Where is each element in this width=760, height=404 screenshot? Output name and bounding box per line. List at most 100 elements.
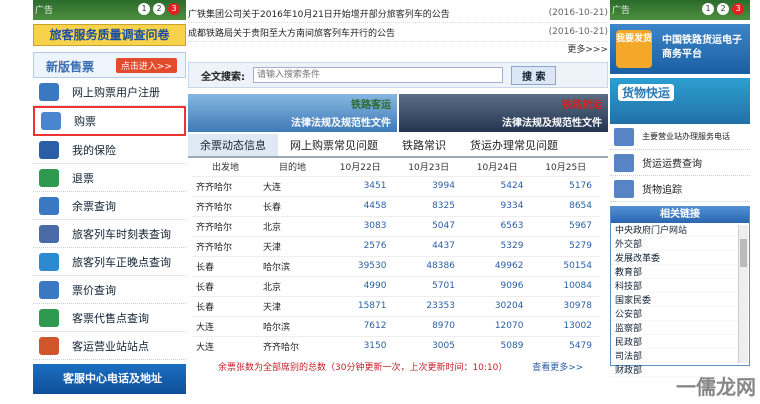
related-link[interactable]: 公安部 <box>611 307 749 321</box>
ad-page-1[interactable]: 1 <box>138 3 150 15</box>
ad-page-3[interactable]: 3 <box>168 3 180 15</box>
ticket-count-cell[interactable]: 15871 <box>326 295 395 316</box>
ticket-count-cell[interactable]: 4458 <box>326 195 395 216</box>
right-menu-item[interactable]: 货运运费查询 <box>610 150 750 176</box>
survey-banner[interactable]: 旅客服务质量调查问卷 <box>33 24 186 46</box>
ticket-count-cell[interactable]: 3083 <box>326 215 395 236</box>
service-center-banner[interactable]: 客服中心电话及地址 <box>33 364 186 394</box>
ticket-count-cell[interactable]: 39530 <box>326 255 395 276</box>
ship-goods-button[interactable]: 我要发货 <box>616 30 652 68</box>
related-link[interactable]: 国家民委 <box>611 293 749 307</box>
ticket-count-cell[interactable]: 8970 <box>394 315 463 336</box>
related-link[interactable]: 民政部 <box>611 335 749 349</box>
ticket-count-cell[interactable]: 8325 <box>394 195 463 216</box>
related-link[interactable]: 监察部 <box>611 321 749 335</box>
ticket-count-cell[interactable]: 30204 <box>462 295 532 316</box>
ticket-count-cell[interactable]: 10084 <box>531 275 600 296</box>
ticket-count-cell[interactable]: 7612 <box>326 315 395 336</box>
news-title[interactable]: 广铁集团公司关于2016年10月21日开始增开部分旅客列车的公告 <box>188 7 450 20</box>
ticket-count-cell[interactable]: 4437 <box>394 235 463 256</box>
sidebar-item-6[interactable]: 旅客列车正晚点查询 <box>33 248 186 276</box>
ticket-count-cell[interactable]: 5701 <box>394 275 463 296</box>
update-note: 余票张数为全部席别的总数（30分钟更新一次，上次更新时间：10:10） 查看更多… <box>188 360 608 373</box>
news-item[interactable]: 成都铁路局关于贵阳至大方南间旅客列车开行的公告 (2016-10-21) <box>188 23 608 42</box>
ad-label: 广告 <box>612 6 631 16</box>
tab-ticket-info[interactable]: 余票动态信息 <box>188 134 278 156</box>
related-link[interactable]: 外交部 <box>611 237 749 251</box>
banner-text: 法律法规及规范性文件 <box>502 118 602 129</box>
scrollbar-thumb[interactable] <box>740 239 747 267</box>
related-link[interactable]: 中央政府门户网站 <box>611 223 749 237</box>
tab-railway-knowledge[interactable]: 铁路常识 <box>390 134 458 156</box>
sidebar-item-5[interactable]: 旅客列车时刻表查询 <box>33 220 186 248</box>
express-freight-banner[interactable]: 货物快运 <box>610 78 750 124</box>
left-ad-banner[interactable]: 广告 1 2 3 <box>33 0 186 20</box>
sidebar-item-3[interactable]: 退票 <box>33 164 186 192</box>
table-row: 大连 哈尔滨 7612 8970 12070 13002 <box>192 315 600 336</box>
tab-online-faq[interactable]: 网上购票常见问题 <box>278 134 390 156</box>
ad-page-2[interactable]: 2 <box>153 3 165 15</box>
ticket-count-cell[interactable]: 12070 <box>462 315 532 336</box>
sidebar-item-label: 网上购票用户注册 <box>72 85 160 99</box>
ticket-count-cell[interactable]: 5176 <box>531 175 600 196</box>
ticket-count-cell[interactable]: 23353 <box>394 295 463 316</box>
sidebar-item-9[interactable]: 客运营业站站点 <box>33 332 186 360</box>
related-link[interactable]: 司法部 <box>611 349 749 363</box>
sidebar-item-label: 我的保险 <box>72 143 116 157</box>
related-link[interactable]: 发展改革委 <box>611 251 749 265</box>
ticket-count-cell[interactable]: 5479 <box>531 335 600 356</box>
news-title[interactable]: 成都铁路局关于贵阳至大方南间旅客列车开行的公告 <box>188 26 395 39</box>
ticket-count-cell[interactable]: 5279 <box>531 235 600 256</box>
ticket-count-cell[interactable]: 3994 <box>394 175 463 196</box>
sidebar-item-0[interactable]: 网上购票用户注册 <box>33 78 186 106</box>
ad-page-3[interactable]: 3 <box>732 3 744 15</box>
ticket-count-cell[interactable]: 8654 <box>531 195 600 216</box>
ticket-count-cell[interactable]: 3451 <box>326 175 395 196</box>
ad-page-1[interactable]: 1 <box>702 3 714 15</box>
ticket-count-cell[interactable]: 9096 <box>462 275 532 296</box>
more-link[interactable]: 查看更多>> <box>532 363 583 373</box>
table-row: 长春 北京 4990 5701 9096 10084 <box>192 275 600 296</box>
ticket-count-cell[interactable]: 5329 <box>462 235 532 256</box>
links-scrollbar[interactable] <box>738 225 748 363</box>
search-input[interactable] <box>253 67 503 83</box>
sidebar-item-7[interactable]: 票价查询 <box>33 276 186 304</box>
column-header: 10月23日 <box>408 163 450 174</box>
ticket-count-cell[interactable]: 3150 <box>326 335 395 356</box>
sidebar-item-2[interactable]: 我的保险 <box>33 136 186 164</box>
ticket-count-cell[interactable]: 5047 <box>394 215 463 236</box>
right-ad-banner[interactable]: 广告 1 2 3 <box>610 0 750 20</box>
ticket-count-cell[interactable]: 2576 <box>326 235 395 256</box>
right-menu-item[interactable]: 主要营业站办理服务电话 <box>610 124 750 150</box>
ticket-count-cell[interactable]: 48386 <box>394 255 463 276</box>
shop-icon <box>39 308 59 327</box>
news-more-link[interactable]: 更多>>> <box>188 42 608 56</box>
ticket-count-cell[interactable]: 3005 <box>394 335 463 356</box>
sidebar-item-4[interactable]: 余票查询 <box>33 192 186 220</box>
ticket-count-cell[interactable]: 50154 <box>531 255 600 276</box>
ticket-count-cell[interactable]: 5967 <box>531 215 600 236</box>
ticket-count-cell[interactable]: 30978 <box>531 295 600 316</box>
station-cell: 北京 <box>259 275 326 296</box>
enter-new-version-button[interactable]: 点击进入>> <box>115 58 177 73</box>
ticket-count-cell[interactable]: 4990 <box>326 275 395 296</box>
ad-page-2[interactable]: 2 <box>717 3 729 15</box>
search-button[interactable]: 搜 索 <box>511 65 557 85</box>
freight-law-banner[interactable]: 铁路货运 法律法规及规范性文件 <box>399 94 608 132</box>
ticket-count-cell[interactable]: 49962 <box>462 255 532 276</box>
related-link[interactable]: 科技部 <box>611 279 749 293</box>
right-menu-item[interactable]: 货物追踪 <box>610 176 750 202</box>
ticket-count-cell[interactable]: 9334 <box>462 195 532 216</box>
news-item[interactable]: 广铁集团公司关于2016年10月21日开始增开部分旅客列车的公告 (2016-10… <box>188 4 608 23</box>
sidebar-item-1[interactable]: 购票 <box>33 106 186 136</box>
ticket-count-cell[interactable]: 5424 <box>462 175 532 196</box>
station-cell: 天津 <box>259 295 326 316</box>
sidebar-item-8[interactable]: 客票代售点查询 <box>33 304 186 332</box>
ticket-count-cell[interactable]: 5089 <box>462 335 532 356</box>
ticket-count-cell[interactable]: 6563 <box>462 215 532 236</box>
passenger-law-banner[interactable]: 铁路客运 法律法规及规范性文件 <box>188 94 397 132</box>
related-link[interactable]: 教育部 <box>611 265 749 279</box>
tab-freight-faq[interactable]: 货运办理常见问题 <box>458 134 570 156</box>
ticket-count-cell[interactable]: 13002 <box>531 315 600 336</box>
ebiz-banner[interactable]: 我要发货 中国铁路货运电子商务平台 <box>610 24 750 74</box>
